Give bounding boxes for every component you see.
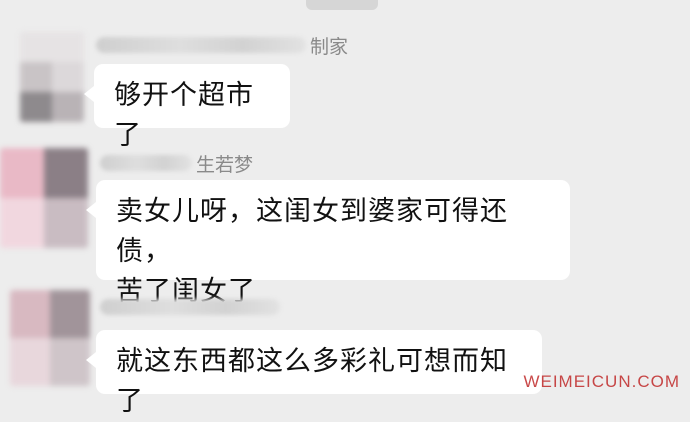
timestamp-pill xyxy=(306,0,378,10)
site-watermark: WEIMEICUN.COM xyxy=(523,372,680,391)
sender-name: 制家 xyxy=(96,30,348,60)
sender-name: 生若梦 xyxy=(100,148,253,178)
message-text-line: 卖女儿呀，这闺女到婆家可得还债， xyxy=(116,196,508,267)
redacted-name xyxy=(100,155,192,171)
redacted-name xyxy=(96,37,306,53)
sender-avatar[interactable] xyxy=(20,32,84,122)
message-bubble[interactable]: 够开个超市了 xyxy=(84,64,290,151)
sender-avatar[interactable] xyxy=(0,148,88,248)
sender-name xyxy=(100,292,284,322)
message-text-line: 就这东西都这么多彩礼可想而知了 xyxy=(116,346,508,417)
sender-name-text: 制家 xyxy=(310,35,349,58)
message-text-line: 够开个超市了 xyxy=(114,80,254,151)
message-bubble[interactable]: 卖女儿呀，这闺女到婆家可得还债， 苦了闺女了 xyxy=(86,180,570,307)
sender-name-text: 生若梦 xyxy=(196,153,254,176)
sender-avatar[interactable] xyxy=(10,290,90,386)
redacted-name xyxy=(100,299,280,315)
message-bubble[interactable]: 就这东西都这么多彩礼可想而知了 xyxy=(86,330,542,417)
